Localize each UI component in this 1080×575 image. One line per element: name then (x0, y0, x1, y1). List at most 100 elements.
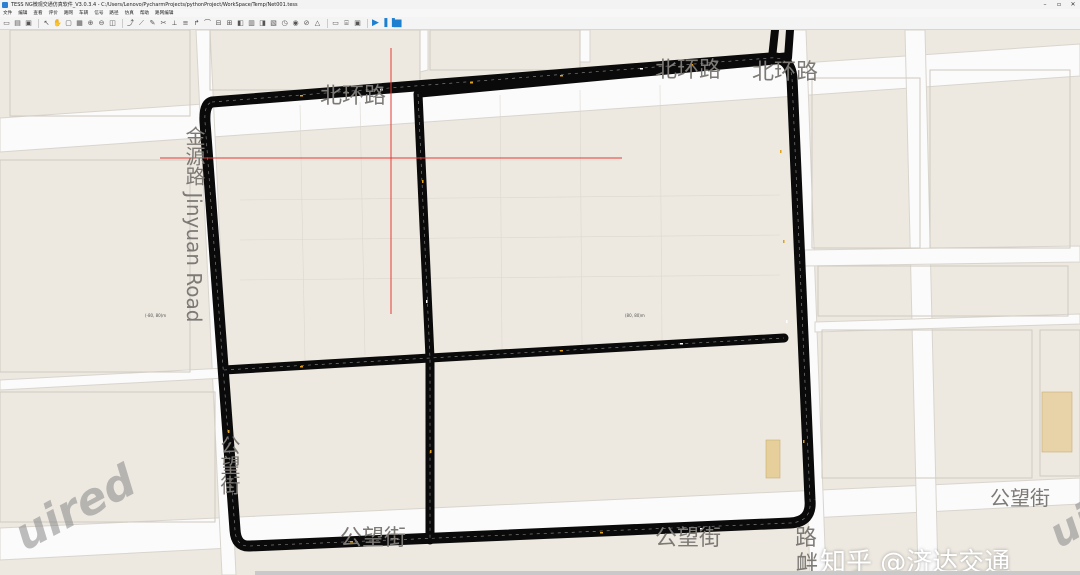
map-svg (0, 30, 1080, 575)
pointer-icon[interactable]: ↖ (42, 19, 51, 28)
toolbar-separator (327, 18, 328, 28)
grid-line (239, 234, 781, 241)
road-label-north-3: 北环路 (655, 58, 722, 83)
grid-line (359, 101, 366, 356)
zoom-in-icon[interactable]: ⊕ (86, 19, 95, 28)
bus-stop-icon[interactable]: ⊟ (214, 19, 223, 28)
draw-link-icon[interactable]: ⤴ (126, 19, 135, 28)
building-block (811, 77, 921, 249)
vehicle (786, 320, 788, 323)
grid-line (239, 274, 781, 281)
new-file-icon[interactable]: ▭ (2, 19, 11, 28)
pan-hand-icon[interactable]: ✋ (53, 19, 62, 28)
title-bar: TESS NG微观交通仿真软件_V3.0.3.4 - C:/Users/Leno… (0, 0, 1080, 9)
vehicle (560, 75, 563, 77)
queue-counter-icon[interactable]: ▥ (247, 19, 256, 28)
vehicle (228, 430, 230, 433)
photo-icon[interactable]: ▣ (353, 19, 362, 28)
lane-divider (223, 337, 785, 371)
clock-icon[interactable]: ◷ (280, 19, 289, 28)
stop-sign-icon[interactable]: ⊘ (302, 19, 311, 28)
window-title: TESS NG微观交通仿真软件_V3.0.3.4 - C:/Users/Leno… (11, 2, 298, 8)
grid-icon[interactable]: ▦ (75, 19, 84, 28)
signal-icon[interactable]: ◉ (291, 19, 300, 28)
maximize-button[interactable]: ▫ (1052, 0, 1066, 9)
vehicle (422, 180, 424, 183)
road-label-north-1: 北环路 (320, 84, 387, 109)
vehicle (430, 450, 432, 453)
draw-connector-icon[interactable]: ⟋ (137, 19, 146, 28)
building-block (929, 69, 1071, 249)
menu-file[interactable]: 文件 (0, 10, 15, 16)
lane-icon[interactable]: ≡ (181, 19, 190, 28)
menu-vehicle[interactable]: 车辆 (76, 10, 91, 16)
menu-help[interactable]: 帮助 (137, 10, 152, 16)
vehicle (560, 350, 563, 352)
vehicle (640, 68, 643, 70)
menu-bar: 文件 编辑 查看 评价 路网 车辆 信号 路径 仿真 帮助 路网编辑 (0, 9, 1080, 17)
menu-edit[interactable]: 编辑 (15, 10, 30, 16)
close-button[interactable]: ✕ (1066, 0, 1080, 9)
parking-icon[interactable]: ⊞ (225, 19, 234, 28)
sensor-icon[interactable]: ◧ (236, 19, 245, 28)
edit-link-icon[interactable]: ✎ (148, 19, 157, 28)
travel-time-icon[interactable]: ◨ (258, 19, 267, 28)
road-label-south-mid: 公望街 (340, 526, 407, 551)
grid-line (299, 104, 306, 361)
scale-icon[interactable]: ⌸ (342, 19, 351, 28)
toolbar-separator (38, 18, 39, 28)
menu-view[interactable]: 查看 (30, 10, 45, 16)
menu-route[interactable]: 路径 (106, 10, 121, 16)
turn-icon[interactable]: ↱ (192, 19, 201, 28)
toolbar-separator (367, 18, 368, 28)
vehicle (300, 95, 303, 97)
vehicle (300, 366, 303, 368)
split-link-icon[interactable]: ✂ (159, 19, 168, 28)
grid-line (579, 89, 583, 346)
building-block (0, 159, 191, 373)
toolbar-separator (122, 18, 123, 28)
pause-icon[interactable]: ❚❚ (382, 18, 397, 28)
save-icon[interactable]: ▣ (24, 19, 33, 28)
zoom-out-icon[interactable]: ⊖ (97, 19, 106, 28)
vehicle (426, 300, 428, 303)
vehicle (780, 150, 782, 153)
map-building (765, 439, 781, 479)
network-canvas[interactable]: 北环路 北环路 北环路 金源路 Jinyuan Road 公望街 公望街 公望街… (0, 30, 1080, 575)
grid-line (499, 94, 503, 351)
coordinate-label-left: (-80, 80)m (145, 313, 167, 318)
road-label-south-west: 公望街 (217, 435, 241, 495)
menu-evaluate[interactable]: 评价 (46, 10, 61, 16)
minimize-button[interactable]: – (1038, 0, 1052, 9)
grid-line (239, 194, 781, 201)
link-middle-vertical (413, 89, 435, 545)
grid-line (659, 84, 663, 341)
base-road-top-block (579, 30, 591, 63)
menu-simulation[interactable]: 仿真 (122, 10, 137, 16)
base-road-left-block (0, 367, 226, 391)
base-road-h2 (804, 245, 1080, 267)
flow-icon[interactable]: ▧ (269, 19, 278, 28)
layers-icon[interactable]: ▭ (331, 19, 340, 28)
menu-network-edit[interactable]: 路网编辑 (152, 10, 176, 16)
base-road-h3 (814, 313, 1080, 333)
open-folder-icon[interactable]: ▤ (13, 19, 22, 28)
road-label-south-right: 公望街 (990, 486, 1050, 510)
coordinate-label-right: (80, 80)m (625, 313, 645, 318)
building-block (429, 30, 581, 71)
building-block (9, 30, 191, 117)
curve-icon[interactable]: ⌒ (203, 19, 212, 28)
vehicle (680, 343, 683, 345)
fit-view-icon[interactable]: ◫ (108, 19, 117, 28)
select-icon[interactable]: ▢ (64, 19, 73, 28)
horizontal-scrollbar[interactable] (255, 571, 1080, 575)
play-icon[interactable]: ▶ (371, 18, 380, 28)
vehicle (803, 440, 805, 443)
vehicle (470, 82, 473, 84)
menu-network[interactable]: 路网 (61, 10, 76, 16)
stop-icon[interactable]: ■ (393, 18, 402, 28)
road-label-south-low: 公望街 (655, 526, 722, 551)
warning-icon[interactable]: △ (313, 19, 322, 28)
merge-link-icon[interactable]: ⟂ (170, 19, 179, 28)
menu-signal[interactable]: 信号 (91, 10, 106, 16)
